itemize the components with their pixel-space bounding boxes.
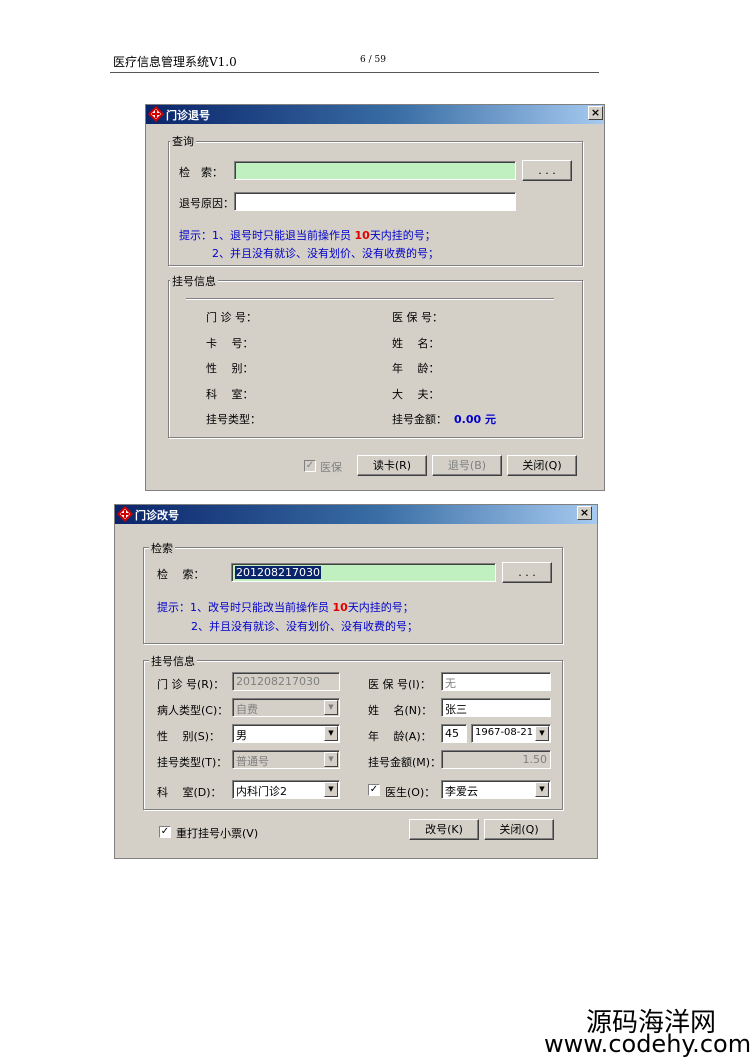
close-button[interactable]: 关闭(Q)	[484, 819, 554, 840]
reg-amount-field[interactable]: 1.50	[441, 750, 551, 769]
search-input[interactable]: 201208217030	[231, 563, 496, 582]
reg-amount-value: 0.00 元	[454, 413, 496, 426]
close-button[interactable]: 关闭(Q)	[507, 455, 577, 476]
close-icon[interactable]: ×	[588, 106, 603, 120]
dept-select[interactable]: 内科门诊2 ▼	[232, 780, 340, 799]
watermark-url: www.codehy.com	[544, 1030, 750, 1058]
card-no-label: 卡 号：	[206, 337, 254, 350]
insurance-no-label: 医 保 号(I)：	[368, 678, 431, 691]
name-label: 姓 名：	[392, 337, 440, 350]
birth-date-picker[interactable]: 1967-08-21 ▼	[471, 724, 551, 743]
read-card-button[interactable]: 读卡(R)	[357, 455, 427, 476]
birth-date-value: 1967-08-21	[475, 727, 534, 738]
reason-input[interactable]	[234, 192, 516, 211]
doctor-label: 医生(O)：	[385, 786, 436, 799]
reg-type-label: 挂号类型：	[206, 413, 261, 426]
info-separator	[186, 298, 554, 300]
document-title: 医疗信息管理系统V1.0	[113, 55, 237, 69]
app-logo-icon	[148, 106, 164, 122]
refund-hint-line2: 2、并且没有就诊、没有划价、没有收费的号；	[212, 247, 439, 260]
refund-dialog-title: 门诊退号	[166, 109, 210, 122]
gender-value: 男	[236, 729, 247, 742]
registration-info-label: 挂号信息	[170, 273, 218, 289]
refund-hint-line1: 提示：1、退号时只能退当前操作员 10天内挂的号；	[179, 227, 436, 243]
header-rule	[110, 72, 599, 73]
clinic-no-label: 门 诊 号：	[206, 311, 257, 324]
change-dialog-title: 门诊改号	[135, 509, 179, 522]
chevron-down-icon[interactable]: ▼	[324, 726, 338, 741]
gender-label: 性 别：	[206, 362, 254, 375]
registration-info-label: 挂号信息	[149, 653, 197, 669]
name-label: 姓 名(N)：	[368, 704, 433, 717]
reg-amount-label: 挂号金额(M)：	[368, 756, 442, 769]
dept-label: 科 室：	[206, 388, 254, 401]
clinic-no-label: 门 诊 号(R)：	[157, 678, 225, 691]
chevron-down-icon[interactable]: ▼	[535, 782, 549, 797]
hint-suffix: 天内挂的号；	[347, 601, 414, 614]
insurance-checkbox-label: 医保	[320, 461, 342, 474]
reg-type-select[interactable]: 普通号 ▼	[232, 750, 340, 769]
reason-label: 退号原因：	[179, 197, 234, 210]
dept-label: 科 室(D)：	[157, 786, 222, 799]
hint-prefix: 提示：1、改号时只能改当前操作员	[157, 601, 333, 614]
name-field[interactable]: 张三	[441, 698, 551, 717]
dept-value: 内科门诊2	[236, 785, 287, 798]
gender-label: 性 别(S)：	[157, 730, 221, 743]
gender-select[interactable]: 男 ▼	[232, 724, 340, 743]
search-group-label: 检索	[149, 540, 175, 556]
chevron-down-icon[interactable]: ▼	[535, 726, 549, 741]
insurance-no-field[interactable]: 无	[441, 672, 551, 691]
insurance-no-label: 医 保 号：	[392, 311, 443, 324]
browse-button[interactable]: . . .	[522, 160, 572, 181]
page-number: 6 / 59	[360, 55, 386, 65]
chevron-down-icon[interactable]: ▼	[324, 700, 338, 715]
search-input-value: 201208217030	[235, 566, 321, 579]
patient-type-select[interactable]: 自费 ▼	[232, 698, 340, 717]
clinic-no-field[interactable]: 201208217030	[232, 672, 340, 691]
hint-days: 10	[354, 229, 370, 242]
age-field[interactable]: 45	[441, 724, 467, 743]
doctor-label: 大 夫：	[392, 388, 440, 401]
hint-days: 10	[332, 601, 348, 614]
doctor-value: 李爱云	[445, 785, 478, 798]
age-label: 年 龄(A)：	[368, 730, 432, 743]
hint-prefix: 提示：1、退号时只能退当前操作员	[179, 229, 355, 242]
refund-dialog-titlebar: 门诊退号	[146, 105, 604, 124]
search-input[interactable]	[234, 161, 516, 180]
refund-button[interactable]: 退号(B)	[432, 455, 502, 476]
reprint-ticket-checkbox[interactable]: ✓	[159, 826, 171, 838]
reg-amount-label: 挂号金额：	[392, 413, 447, 426]
hint-suffix: 天内挂的号；	[369, 229, 436, 242]
change-hint-line1: 提示：1、改号时只能改当前操作员 10天内挂的号；	[157, 599, 414, 615]
search-label: 检 索：	[179, 166, 223, 179]
change-hint-line2: 2、并且没有就诊、没有划价、没有收费的号；	[191, 620, 418, 633]
chevron-down-icon[interactable]: ▼	[324, 782, 338, 797]
insurance-checkbox[interactable]: ✓	[304, 460, 316, 472]
change-dialog: 门诊改号 × 检索 检 索： 201208217030 . . . 提示：1、改…	[114, 504, 598, 859]
app-logo-icon	[117, 506, 133, 522]
reg-type-value: 普通号	[236, 755, 269, 768]
refund-dialog: 门诊退号 × 查询 检 索： . . . 退号原因： 提示：1、退号时只能退当前…	[145, 104, 605, 491]
change-dialog-titlebar: 门诊改号	[115, 505, 597, 524]
search-label: 检 索：	[157, 568, 205, 581]
close-icon[interactable]: ×	[577, 506, 592, 520]
chevron-down-icon[interactable]: ▼	[324, 752, 338, 767]
patient-type-value: 自费	[236, 703, 258, 716]
doctor-select[interactable]: 李爱云 ▼	[441, 780, 551, 799]
query-group-label: 查询	[170, 133, 196, 149]
doctor-checkbox[interactable]: ✓	[368, 784, 380, 796]
reg-type-label: 挂号类型(T)：	[157, 756, 228, 769]
change-number-button[interactable]: 改号(K)	[409, 819, 479, 840]
browse-button[interactable]: . . .	[502, 562, 552, 583]
reprint-ticket-label: 重打挂号小票(V)	[176, 827, 259, 840]
age-label: 年 龄：	[392, 362, 440, 375]
patient-type-label: 病人类型(C)：	[157, 704, 229, 717]
